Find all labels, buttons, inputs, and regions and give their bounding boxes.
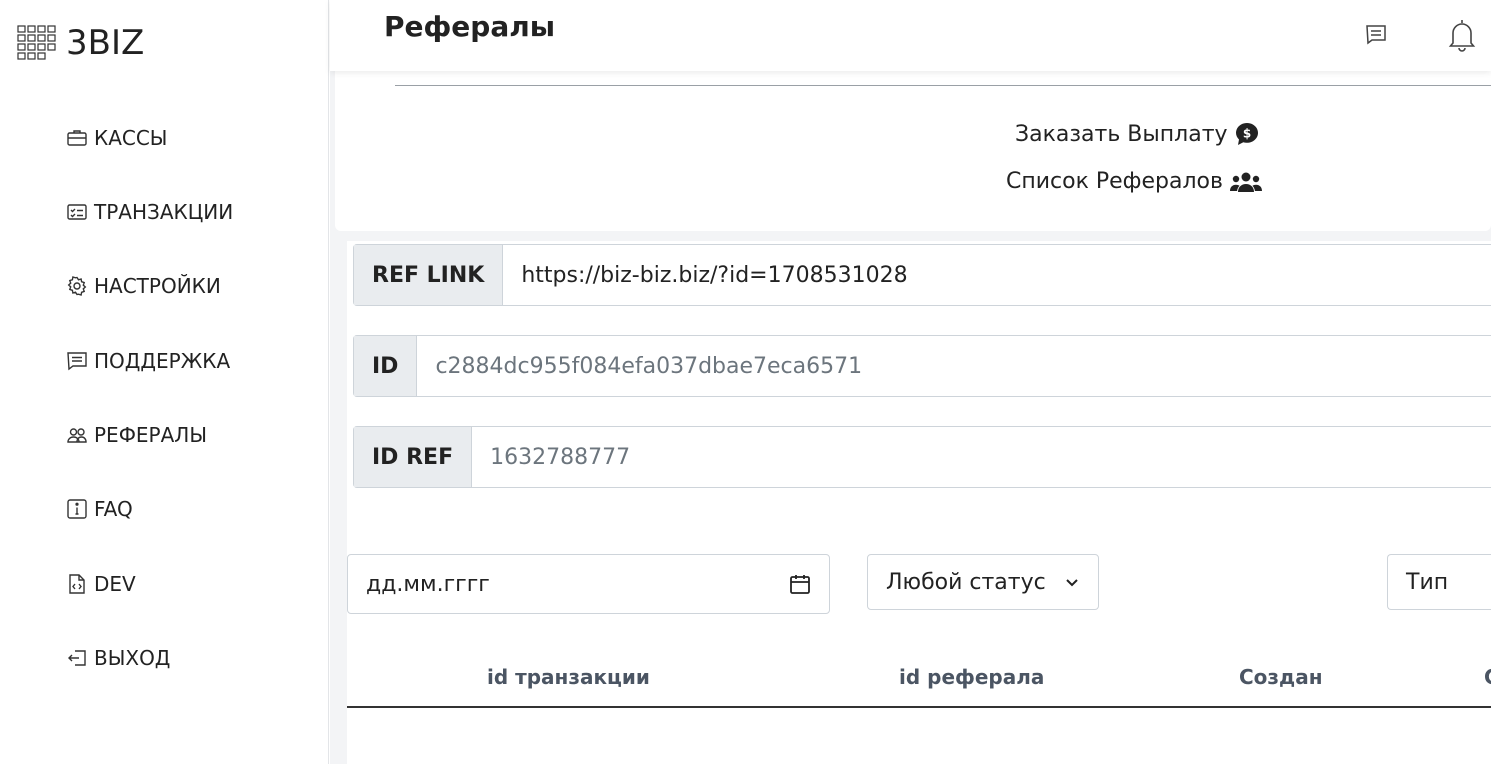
type-select[interactable]: Тип (1387, 554, 1491, 610)
actions-card: Заказать Выплату $ Список Рефералов (335, 71, 1491, 231)
logout-icon (68, 650, 86, 666)
date-placeholder: дд.мм.гггг (366, 571, 490, 597)
sidebar-item-logout[interactable]: ВЫХОД (66, 643, 170, 673)
chat-icon[interactable] (1364, 23, 1388, 51)
sidebar-item-faq[interactable]: FAQ (66, 494, 133, 524)
users-icon (1229, 172, 1262, 192)
order-payout-link[interactable]: Заказать Выплату $ (1015, 121, 1260, 147)
sidebar-item-transactions[interactable]: ТРАНЗАКЦИИ (66, 197, 233, 227)
logo[interactable]: 3BIZ (16, 22, 144, 64)
chevron-down-icon (1066, 579, 1078, 587)
dollar-chat-icon: $ (1235, 123, 1258, 145)
gear-icon (67, 276, 87, 296)
ref-link-label: REF LINK (354, 245, 504, 305)
type-selected: Тип (1406, 569, 1449, 595)
logo-text: 3BIZ (66, 23, 145, 63)
sidebar-item-label: ПОДДЕРЖКА (94, 349, 231, 373)
sidebar-item-kassy[interactable]: КАССЫ (66, 123, 167, 153)
sidebar-item-label: КАССЫ (94, 126, 168, 150)
people-icon (67, 428, 87, 443)
page-title: Рефералы (384, 10, 556, 43)
referrals-list-link[interactable]: Список Рефералов (1006, 169, 1263, 194)
ref-link-field[interactable]: https://biz-biz.biz/?id=1708531028 (503, 245, 1491, 305)
sidebar-item-label: ВЫХОД (94, 646, 171, 670)
id-ref-label: ID REF (354, 427, 473, 487)
status-selected: Любой статус (886, 569, 1046, 595)
date-input[interactable]: дд.мм.гггг (347, 554, 830, 614)
sidebar-item-label: НАСТРОЙКИ (94, 274, 221, 298)
svg-text:$: $ (1242, 127, 1250, 141)
sidebar-item-label: DEV (94, 572, 136, 596)
table-header-truncated[interactable]: С (1484, 665, 1491, 689)
table-header-referral-id[interactable]: id реферала (899, 665, 1044, 689)
table-header-divider (347, 706, 1491, 708)
briefcase-icon (67, 130, 87, 146)
sidebar-item-dev[interactable]: DEV (66, 569, 136, 599)
referrals-list-label: Список Рефералов (1006, 169, 1223, 194)
top-header: Рефералы (330, 0, 1491, 71)
message-icon (67, 352, 87, 371)
logo-grid-icon (17, 25, 56, 60)
id-ref-field[interactable]: 1632788777 (472, 427, 1491, 487)
sidebar-item-settings[interactable]: НАСТРОЙКИ (66, 271, 221, 301)
code-file-icon (69, 574, 85, 594)
table-header-created[interactable]: Создан (1239, 665, 1323, 689)
table-header-transaction-id[interactable]: id транзакции (487, 665, 650, 689)
id-ref-group: ID REF 1632788777 (353, 426, 1491, 488)
divider (395, 85, 1491, 86)
sidebar-item-label: ТРАНЗАКЦИИ (94, 200, 234, 224)
status-select[interactable]: Любой статус (867, 554, 1099, 610)
id-field[interactable]: c2884dc955f084efa037dbae7eca6571 (417, 336, 1491, 396)
info-icon (67, 499, 87, 519)
sidebar-item-label: FAQ (94, 497, 133, 521)
sidebar-item-support[interactable]: ПОДДЕРЖКА (66, 346, 230, 376)
ref-link-group: REF LINK https://biz-biz.biz/?id=1708531… (353, 244, 1491, 306)
bell-icon[interactable] (1447, 18, 1477, 56)
sidebar-item-referrals[interactable]: РЕФЕРАЛЫ (66, 420, 207, 450)
id-label: ID (354, 336, 418, 396)
sidebar: 3BIZ КАССЫ ТРАНЗАКЦИИ НАСТРОЙКИ ПОДДЕРЖК… (0, 0, 329, 764)
order-payout-label: Заказать Выплату (1015, 121, 1228, 147)
id-group: ID c2884dc955f084efa037dbae7eca6571 (353, 335, 1491, 397)
main-content: Заказать Выплату $ Список Рефералов REF … (330, 71, 1491, 764)
calendar-icon[interactable] (789, 573, 811, 595)
checklist-icon (67, 204, 87, 220)
sidebar-item-label: РЕФЕРАЛЫ (94, 423, 207, 447)
